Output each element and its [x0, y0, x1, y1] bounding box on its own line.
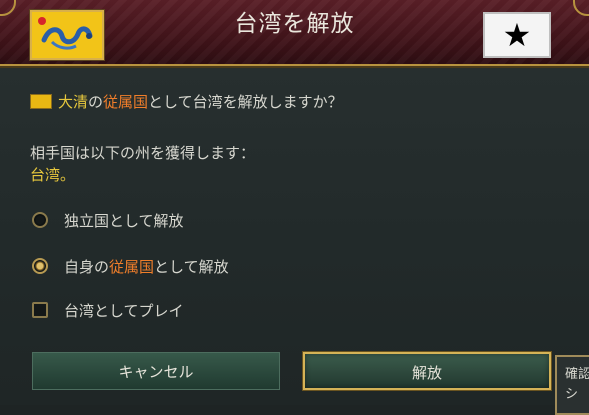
- star-icon: ★: [502, 16, 532, 54]
- checkbox-play-as[interactable]: [32, 302, 48, 318]
- gain-province: 台湾。: [30, 166, 76, 184]
- release-dialog: 台湾を解放 ★ 大清の従属国として台湾を解放しますか？ 相手国は以下の州を獲得し…: [0, 0, 589, 415]
- option-own-subject-highlight[interactable]: 従属国: [109, 258, 154, 276]
- side-panel-line-1: 確認: [565, 367, 589, 382]
- side-panel-line-2: シ: [565, 387, 579, 402]
- black-star-flag-icon: ★: [483, 12, 551, 58]
- qing-mini-flag-icon: [30, 94, 52, 109]
- release-button[interactable]: 解放: [303, 352, 551, 390]
- option-play-as-label: 台湾としてプレイ: [64, 302, 184, 320]
- overlord-name: 大清: [58, 93, 89, 111]
- release-question: 大清の従属国として台湾を解放しますか？: [30, 90, 343, 114]
- option-own-subject-suffix: として解放: [154, 258, 229, 276]
- radio-own-subject[interactable]: [32, 258, 48, 274]
- subject-type-link[interactable]: 従属国: [103, 93, 148, 111]
- option-own-subject-prefix: 自身の: [64, 258, 110, 276]
- radio-independent[interactable]: [32, 212, 48, 228]
- option-independent-label: 独立国として解放: [64, 212, 184, 230]
- dialog-header: 台湾を解放 ★: [0, 0, 589, 66]
- question-particle: の: [88, 93, 104, 111]
- gain-label: 相手国は以下の州を獲得します：: [30, 144, 256, 162]
- option-own-subject-label: 自身の従属国として解放: [64, 254, 229, 280]
- cancel-button[interactable]: キャンセル: [32, 352, 280, 390]
- question-rest: として台湾を解放しますか？: [148, 93, 343, 111]
- side-panel-edge[interactable]: 確認 シ: [555, 355, 589, 415]
